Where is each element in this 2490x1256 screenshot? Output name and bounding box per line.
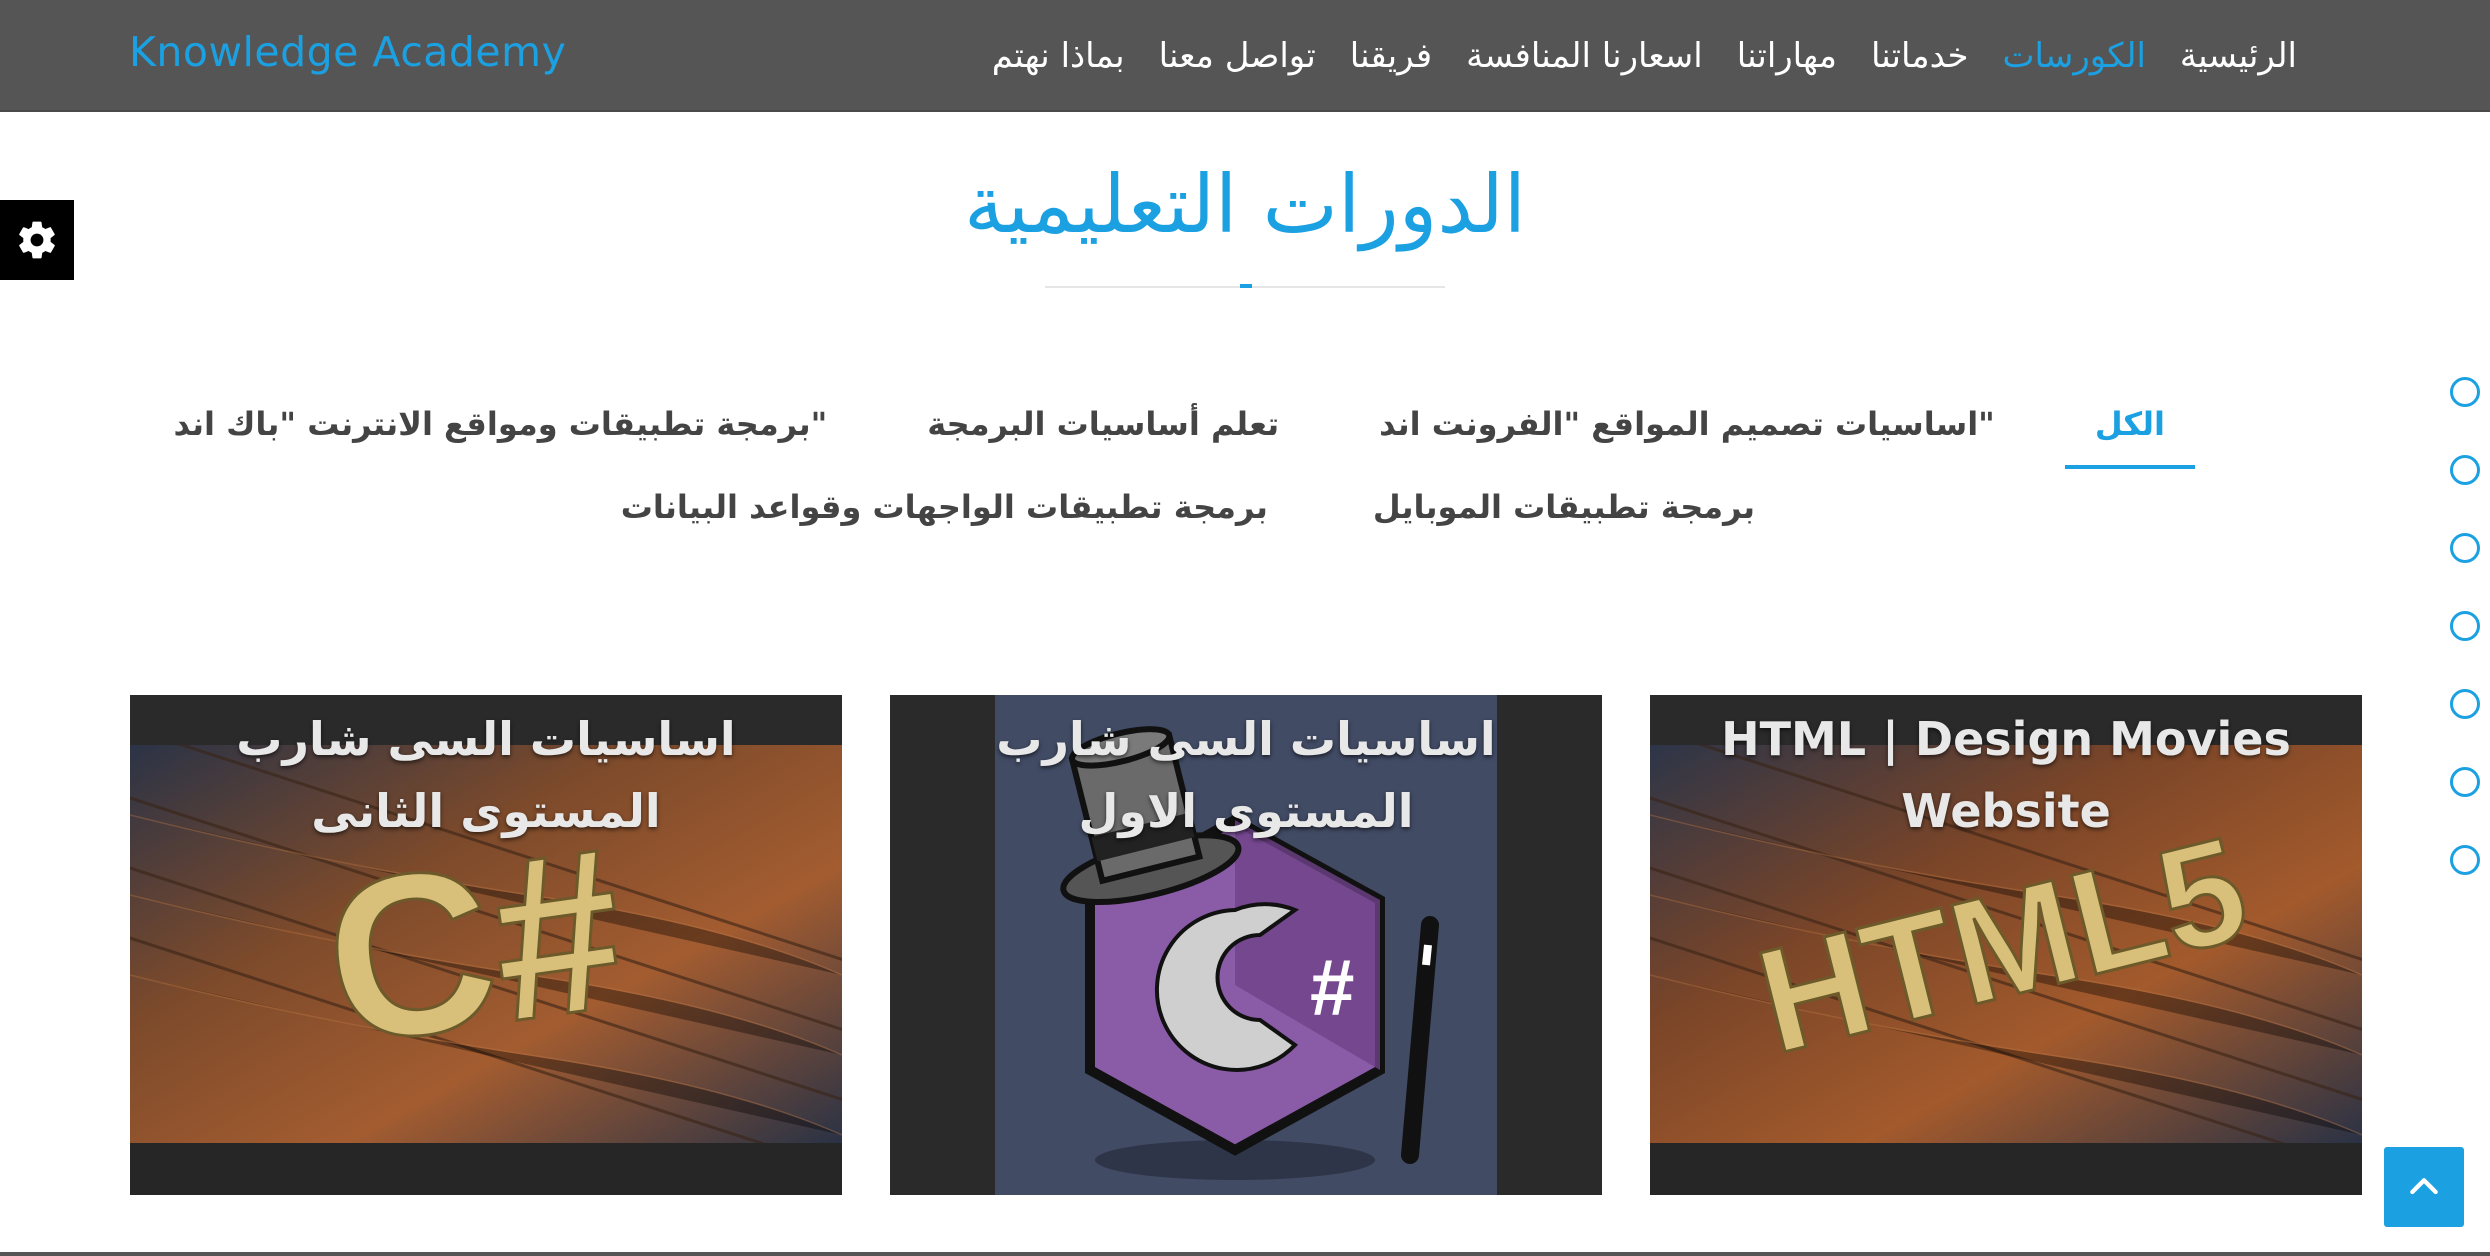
section-dot[interactable] [2450,845,2480,875]
filter-tab-programming-basics[interactable]: تعلم أساسيات البرمجة [897,395,1309,455]
course-title: اساسيات السى شارب المستوى الاول [996,712,1496,838]
nav-item-services[interactable]: خدماتنا [1854,30,1986,82]
nav-item-courses[interactable]: الكورسات [1985,30,2162,82]
section-dot[interactable] [2450,533,2480,563]
chevron-up-icon [2410,1178,2438,1195]
filter-tab-backend[interactable]: برمجة تطبيقات ومواقع الانترنت "باك اند" [143,395,857,455]
section-dot[interactable] [2450,611,2480,641]
back-to-top-button[interactable] [2384,1147,2464,1227]
section-dot-nav [2450,377,2482,923]
svg-text:#: # [1310,943,1355,1032]
course-card[interactable]: C# اساسيات السى شارب المستوى الثانى [130,695,842,1195]
section-dot[interactable] [2450,377,2480,407]
bottom-divider [0,1252,2490,1256]
title-divider-accent [1240,284,1252,288]
nav-item-contact[interactable]: تواصل معنا [1142,30,1333,82]
nav-item-pricing[interactable]: اسعارنا المنافسة [1449,30,1720,82]
course-card[interactable]: # اساسيات السى شارب المستوى الاول [890,695,1602,1195]
nav-item-skills[interactable]: مهاراتنا [1720,30,1854,82]
section-dot[interactable] [2450,455,2480,485]
section-dot[interactable] [2450,689,2480,719]
nav-item-team[interactable]: فريقنا [1333,30,1449,82]
section-title: الدورات التعليمية [963,158,1527,251]
top-navbar: Knowledge Academy الرئيسية الكورسات خدما… [0,0,2490,112]
filter-tabs-row-1: الكل اساسيات تصميم المواقع "الفرونت اند"… [173,395,2196,469]
course-card[interactable]: HTML5 HTML | Design Movies Website [1650,695,2362,1195]
nav-item-about[interactable]: بماذا نهتم [975,30,1142,82]
course-title: HTML | Design Movies Website [1721,712,2291,838]
filter-tab-desktop-db[interactable]: برمجة تطبيقات الواجهات وقواعد البيانات [591,478,1298,538]
card-footer [130,1143,842,1195]
nav-menu: الرئيسية الكورسات خدماتنا مهاراتنا اسعار… [975,30,2314,82]
course-title: اساسيات السى شارب المستوى الثانى [236,712,736,838]
filter-tab-all[interactable]: الكل [2064,395,2196,469]
brand-logo[interactable]: Knowledge Academy [129,28,566,76]
filter-tab-frontend[interactable]: اساسيات تصميم المواقع "الفرونت اند" [1349,395,2025,455]
filter-tabs-row-2: برمجة تطبيقات الموبايل برمجة تطبيقات الو… [621,478,1785,538]
section-dot[interactable] [2450,767,2480,797]
filter-tab-mobile[interactable]: برمجة تطبيقات الموبايل [1343,478,1785,538]
card-footer [1650,1143,2362,1195]
nav-item-home[interactable]: الرئيسية [2163,30,2314,82]
